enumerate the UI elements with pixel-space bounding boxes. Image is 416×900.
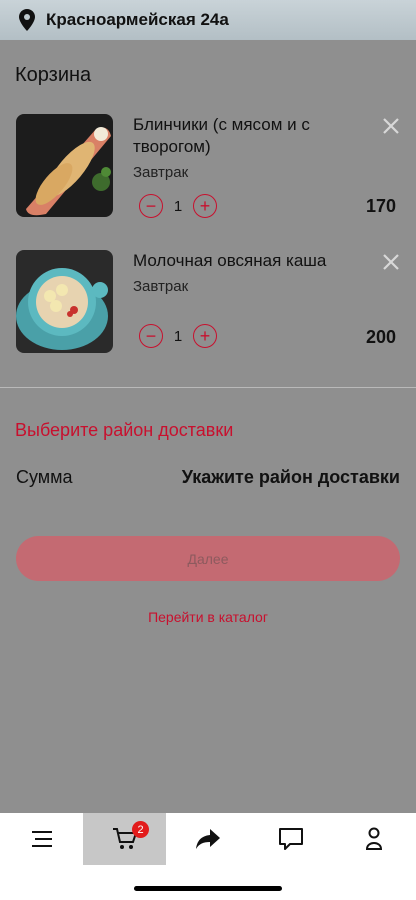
close-icon[interactable] (381, 116, 401, 136)
decrease-button[interactable]: − (139, 194, 163, 218)
crepes-image (16, 114, 113, 217)
chat-icon (278, 828, 303, 850)
item-price: 170 (365, 196, 396, 216)
increase-button[interactable]: + (193, 324, 217, 348)
increase-button[interactable]: + (193, 194, 217, 218)
cart-badge: 2 (132, 821, 149, 838)
tab-menu[interactable] (0, 813, 83, 865)
quantity-value: 1 (173, 197, 183, 215)
quantity-value: 1 (173, 327, 183, 345)
item-name: Блинчики (с мясом и с творогом) (133, 115, 310, 156)
sum-label: Сумма (16, 467, 73, 487)
home-indicator (134, 886, 282, 891)
next-button[interactable]: Далее (16, 536, 400, 581)
oatmeal-image (16, 250, 113, 353)
share-icon (195, 829, 220, 849)
quantity-stepper: − 1 + (139, 324, 217, 348)
tab-share[interactable] (166, 813, 249, 865)
tab-chat[interactable] (249, 813, 332, 865)
item-category: Завтрак (133, 278, 189, 295)
quantity-stepper: − 1 + (139, 194, 217, 218)
delivery-address: Красноармейская 24а (46, 10, 229, 29)
tab-profile[interactable] (332, 813, 415, 865)
location-pin-icon (19, 9, 35, 31)
decrease-button[interactable]: − (139, 324, 163, 348)
menu-icon (31, 831, 52, 847)
select-district-link[interactable]: Выберите район доставки (15, 420, 233, 441)
item-category: Завтрак (133, 164, 189, 181)
item-name: Молочная овсяная каша (133, 251, 327, 270)
page-title: Корзина (15, 64, 92, 86)
sum-value: Укажите район доставки (181, 467, 400, 487)
item-price: 200 (365, 327, 396, 347)
divider (0, 387, 416, 388)
tab-cart[interactable]: 2 (83, 813, 166, 865)
address-bar[interactable]: Красноармейская 24а (0, 0, 416, 40)
catalog-link[interactable]: Перейти в каталог (0, 609, 416, 625)
profile-icon (365, 827, 382, 850)
close-icon[interactable] (381, 252, 401, 272)
